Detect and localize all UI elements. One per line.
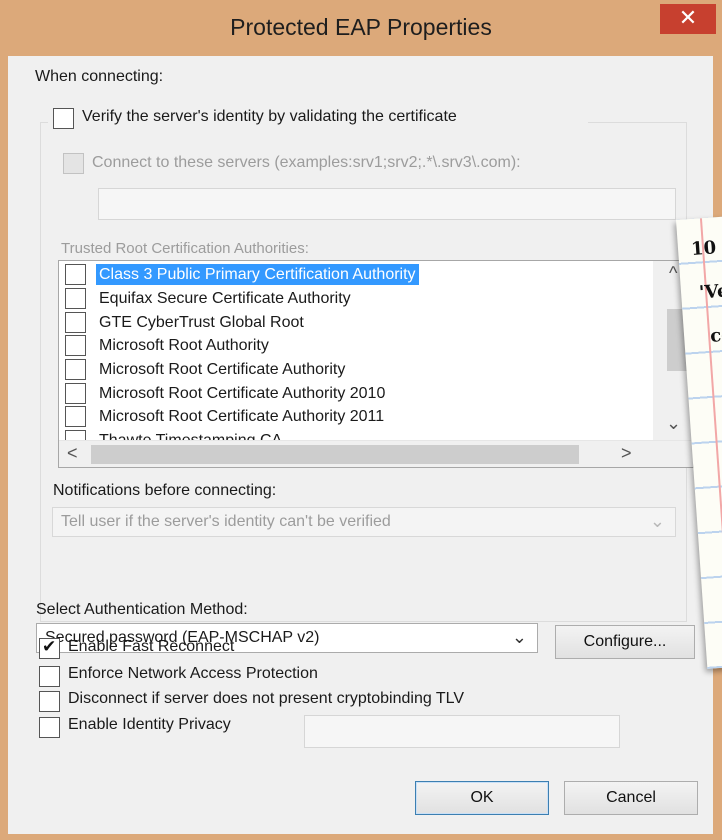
list-item-label: Equifax Secure Certificate Authority (99, 290, 351, 307)
identity-privacy-checkbox[interactable] (39, 717, 60, 738)
list-item-checkbox[interactable] (65, 406, 86, 427)
horizontal-scroll-thumb[interactable] (91, 445, 579, 464)
identity-privacy-input[interactable] (304, 715, 620, 748)
cryptobinding-label: Disconnect if server does not present cr… (68, 690, 465, 707)
list-item[interactable]: GTE CyberTrust Global Root (59, 311, 649, 335)
list-item-checkbox[interactable] (65, 359, 86, 380)
dialog-body: When connecting: Verify the server's ide… (8, 56, 713, 834)
list-item[interactable]: Microsoft Root Certificate Authority 201… (59, 405, 649, 429)
list-item-checkbox[interactable] (65, 335, 86, 356)
fast-reconnect-label: Enable Fast Reconnect (68, 638, 235, 655)
identity-privacy-label: Enable Identity Privacy (68, 716, 231, 733)
notifications-select[interactable]: Tell user if the server's identity can't… (52, 507, 676, 537)
title-bar[interactable]: Protected EAP Properties ✕ (0, 0, 722, 56)
list-item-checkbox[interactable] (65, 312, 86, 333)
scroll-left-icon[interactable]: < (67, 443, 78, 464)
cancel-button[interactable]: Cancel (564, 781, 698, 815)
list-item-checkbox[interactable] (65, 264, 86, 285)
horizontal-scrollbar[interactable]: < > (59, 440, 693, 467)
ok-button[interactable]: OK (415, 781, 549, 815)
note-line: 10 (690, 237, 717, 260)
notifications-label: Notifications before connecting: (53, 482, 277, 499)
connect-servers-checkbox[interactable] (63, 153, 84, 174)
when-connecting-label: When connecting: (35, 68, 164, 85)
verify-server-checkbox[interactable] (53, 108, 74, 129)
fast-reconnect-checkbox[interactable] (39, 637, 60, 659)
verify-server-label: Verify the server's identity by validati… (82, 108, 457, 125)
list-item-label: Class 3 Public Primary Certification Aut… (96, 264, 419, 285)
list-item[interactable]: Class 3 Public Primary Certification Aut… (59, 263, 649, 287)
chevron-down-icon: ⌄ (649, 511, 665, 531)
servers-input[interactable] (98, 188, 676, 220)
list-item[interactable]: Microsoft Root Authority (59, 334, 649, 358)
verify-server-option[interactable]: Verify the server's identity by validati… (48, 106, 588, 132)
scroll-down-icon[interactable]: ⌄ (666, 413, 681, 434)
eap-properties-dialog: Protected EAP Properties ✕ When connecti… (0, 0, 722, 840)
list-item-label: Microsoft Root Certificate Authority 201… (99, 408, 385, 425)
auth-method-label: Select Authentication Method: (36, 601, 248, 618)
enforce-nap-checkbox[interactable] (39, 666, 60, 687)
list-item-checkbox[interactable] (65, 383, 86, 404)
note-line: 'Ve (698, 280, 722, 304)
list-item-label: Microsoft Root Certificate Authority (99, 361, 346, 378)
list-item[interactable]: Equifax Secure Certificate Authority (59, 287, 649, 311)
cryptobinding-checkbox[interactable] (39, 691, 60, 712)
window-title: Protected EAP Properties (230, 14, 492, 40)
list-item-checkbox[interactable] (65, 288, 86, 309)
list-item[interactable]: Microsoft Root Certificate Authority 201… (59, 382, 649, 406)
scroll-right-icon[interactable]: > (621, 443, 632, 464)
scroll-up-icon[interactable]: ^ (669, 263, 677, 284)
enforce-nap-label: Enforce Network Access Protection (68, 665, 318, 682)
trusted-root-label: Trusted Root Certification Authorities: (61, 240, 309, 257)
list-item[interactable]: Microsoft Root Certificate Authority (59, 358, 649, 382)
connect-servers-label: Connect to these servers (examples:srv1;… (92, 154, 521, 171)
close-button[interactable]: ✕ (660, 4, 716, 34)
list-item-label: Microsoft Root Certificate Authority 201… (99, 385, 386, 402)
chevron-down-icon: ⌄ (511, 627, 527, 647)
list-item-label: Microsoft Root Authority (99, 337, 269, 354)
list-item-label: GTE CyberTrust Global Root (99, 314, 304, 331)
trusted-root-list[interactable]: Class 3 Public Primary Certification Aut… (58, 260, 694, 468)
notifications-value: Tell user if the server's identity can't… (61, 513, 391, 530)
configure-button[interactable]: Configure... (555, 625, 695, 659)
note-line: ce (709, 324, 722, 347)
